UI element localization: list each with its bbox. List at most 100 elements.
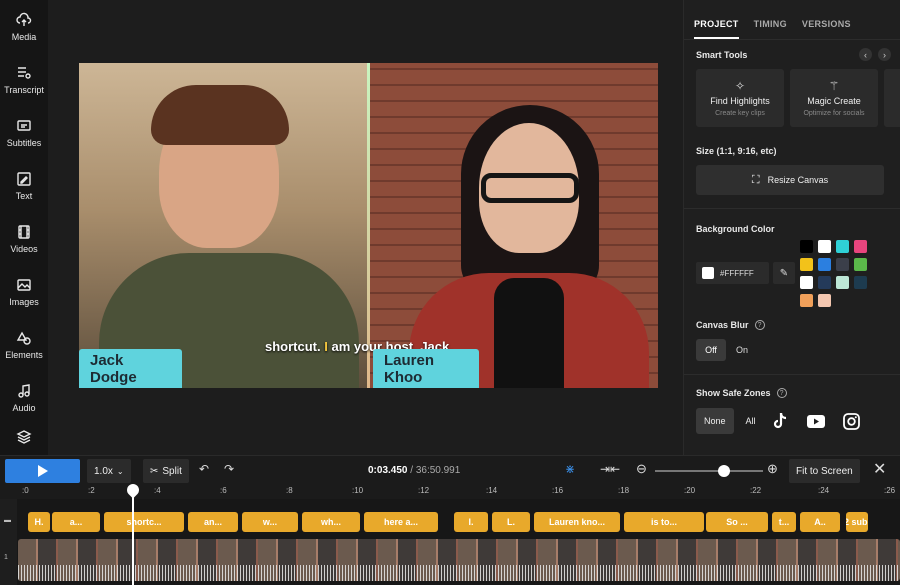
ruler-tick: :2	[88, 486, 95, 495]
ruler-tick: :16	[552, 486, 564, 495]
help-icon[interactable]: ?	[754, 320, 765, 330]
media-icon	[16, 12, 32, 26]
subtitle-clip[interactable]: shortc...	[104, 512, 184, 532]
color-swatch[interactable]	[836, 276, 849, 289]
color-swatch[interactable]	[854, 258, 867, 271]
fit-to-screen-button[interactable]: Fit to Screen	[789, 459, 860, 483]
color-swatch[interactable]	[854, 240, 867, 253]
fit-gap-icon[interactable]: ⇥⇤	[600, 462, 620, 476]
undo-icon[interactable]: ↶	[199, 462, 209, 476]
subtitle-clip[interactable]: wh...	[302, 512, 360, 532]
blur-on-button[interactable]: On	[730, 339, 754, 361]
divider	[684, 208, 900, 209]
tiktok-icon[interactable]	[768, 409, 792, 433]
rail-item-transcript[interactable]: Transcript	[0, 53, 48, 106]
ruler-tick: :26	[884, 486, 896, 495]
color-swatch[interactable]	[818, 294, 831, 307]
rail-label: Subtitles	[6, 137, 42, 148]
videos-icon	[18, 224, 30, 239]
rail-item-subtitles[interactable]: Subtitles	[0, 106, 48, 159]
text-icon	[17, 171, 31, 186]
play-button[interactable]	[5, 459, 80, 483]
left-rail: Media Transcript Subtitles Text Videos I…	[0, 0, 48, 455]
help-icon[interactable]: ?	[776, 388, 787, 398]
audio-waveform	[18, 565, 900, 581]
color-swatch[interactable]	[818, 276, 831, 289]
ruler-tick: :10	[352, 486, 364, 495]
tab-versions[interactable]: VERSIONS	[802, 19, 851, 39]
tab-project[interactable]: PROJECT	[694, 19, 739, 39]
color-swatch[interactable]	[818, 240, 831, 253]
images-icon	[17, 278, 31, 291]
subtitle-clip[interactable]: here a...	[364, 512, 438, 532]
playback-speed-select[interactable]: 1.0x ⌄	[87, 459, 131, 483]
subtitle-clip[interactable]: is to...	[624, 512, 704, 532]
blur-off-button[interactable]: Off	[696, 339, 726, 361]
safe-zone-none[interactable]: None	[696, 408, 734, 434]
find-highlights-card[interactable]: ✧ Find Highlights Create key clips	[696, 69, 784, 127]
safe-zones-header: Show Safe Zones ?	[696, 388, 787, 398]
close-icon[interactable]: ✕	[873, 459, 886, 479]
snap-icon[interactable]: ⋇	[565, 462, 575, 476]
ruler-tick: :22	[750, 486, 762, 495]
youtube-icon[interactable]	[804, 409, 828, 433]
timeline-lanes: ▬ 1 H. a... shortc... an... w... wh... here a.…	[0, 499, 900, 585]
video-editor: Media Transcript Subtitles Text Videos I…	[0, 0, 900, 585]
subtitle-clip[interactable]: 2 subl	[846, 512, 868, 532]
redo-icon[interactable]: ↷	[224, 462, 234, 476]
chevron-left-icon[interactable]: ‹	[859, 48, 872, 61]
subtitle-clip[interactable]: I.	[454, 512, 488, 532]
rail-item-media[interactable]: Media	[0, 0, 48, 53]
rail-item-text[interactable]: Text	[0, 159, 48, 212]
third-tool-card[interactable]: ◇ V	[884, 69, 900, 127]
color-swatch[interactable]	[854, 276, 867, 289]
subtitle-clip[interactable]: an...	[188, 512, 238, 532]
subtitle-clip[interactable]: t...	[772, 512, 796, 532]
canvas-stage: shortcut. I am your host, Jack, Jack Dod…	[48, 0, 683, 455]
subtitle-clip[interactable]: A..	[800, 512, 840, 532]
resize-canvas-button[interactable]: ⛶ Resize Canvas	[696, 165, 884, 195]
tab-timing[interactable]: TIMING	[754, 19, 787, 39]
rail-item-elements[interactable]: Elements	[0, 318, 48, 371]
color-swatch[interactable]	[818, 258, 831, 271]
color-swatch[interactable]	[800, 276, 813, 289]
color-swatch[interactable]	[836, 240, 849, 253]
subtitle-clip[interactable]: w...	[242, 512, 298, 532]
video-track[interactable]	[18, 539, 900, 581]
rail-item-layers[interactable]	[0, 424, 48, 450]
rail-item-images[interactable]: Images	[0, 265, 48, 318]
card-title: Magic Create	[807, 95, 861, 106]
name-tag-left[interactable]: Jack Dodge	[79, 349, 182, 388]
color-swatch[interactable]	[800, 258, 813, 271]
rail-label: Videos	[10, 243, 38, 254]
split-button[interactable]: ✂ Split	[143, 459, 189, 483]
zoom-slider-handle[interactable]	[718, 465, 730, 477]
subtitle-clip[interactable]: L.	[492, 512, 530, 532]
subtitle-clip[interactable]: So ...	[706, 512, 768, 532]
rail-label: Audio	[12, 402, 36, 413]
color-swatch[interactable]	[836, 258, 849, 271]
zoom-slider-track[interactable]	[655, 470, 763, 472]
subtitle-clip[interactable]: a...	[52, 512, 100, 532]
playhead-line	[132, 491, 134, 585]
color-swatch[interactable]	[800, 240, 813, 253]
glasses	[481, 173, 579, 203]
zoom-in-icon[interactable]: ⊕	[767, 461, 778, 477]
video-preview[interactable]: shortcut. I am your host, Jack, Jack Dod…	[79, 63, 658, 388]
name-tag-right[interactable]: Lauren Khoo	[373, 349, 479, 388]
sparkle-icon: ✧	[734, 78, 746, 93]
scissors-icon: ✂	[150, 465, 159, 477]
subtitle-clip[interactable]: H.	[28, 512, 50, 532]
zoom-out-icon[interactable]: ⊖	[636, 461, 647, 477]
rail-item-videos[interactable]: Videos	[0, 212, 48, 265]
instagram-icon[interactable]	[840, 409, 864, 433]
subtitle-clip[interactable]: Lauren kno...	[534, 512, 620, 532]
chevron-right-icon[interactable]: ›	[878, 48, 891, 61]
color-swatch[interactable]	[800, 294, 813, 307]
background-color-field[interactable]: #FFFFFF	[696, 262, 769, 284]
magic-create-card[interactable]: ⚚ Magic Create Optimize for socials	[790, 69, 878, 127]
safe-zone-all[interactable]: All	[746, 408, 756, 434]
rail-item-audio[interactable]: Audio	[0, 371, 48, 424]
eyedropper-icon[interactable]: ✎	[773, 262, 795, 284]
ruler-tick: :8	[286, 486, 293, 495]
